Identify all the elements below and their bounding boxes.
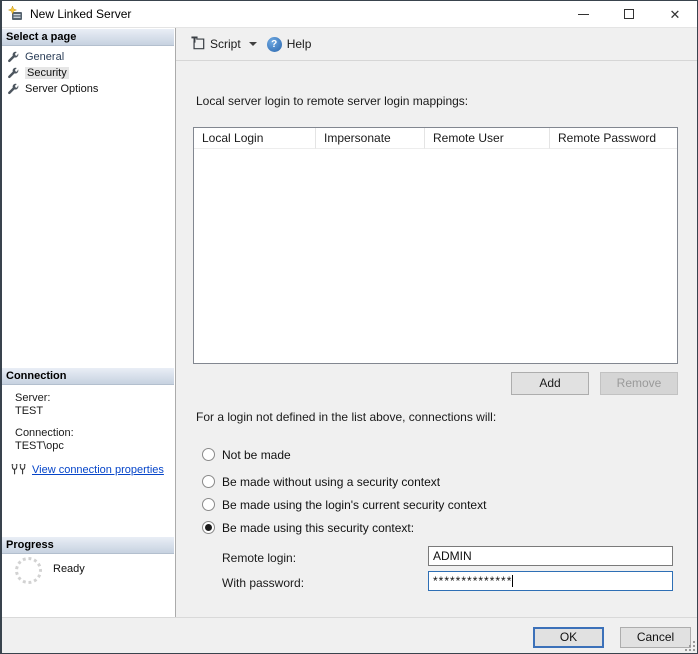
table-header-row: Local Login Impersonate Remote User Remo… (194, 128, 677, 149)
sidebar-item-label: Server Options (25, 83, 99, 95)
maximize-button[interactable] (606, 0, 652, 28)
progress-spinner-icon (15, 557, 42, 584)
radio-current-security-context[interactable]: Be made using the login's current securi… (202, 497, 486, 512)
connection-label: Connection: (15, 427, 74, 439)
view-connection-properties-row: View connection properties (11, 462, 164, 478)
login-mappings-table: Local Login Impersonate Remote User Remo… (193, 127, 678, 364)
connection-properties-icon (11, 462, 27, 478)
footer-bar: OK Cancel (0, 617, 698, 654)
radio-without-security-context[interactable]: Be made without using a security context (202, 474, 440, 489)
wrench-icon (7, 83, 19, 95)
maximize-icon (624, 9, 634, 19)
fallback-connections-label: For a login not defined in the list abov… (196, 410, 497, 424)
help-icon: ? (266, 36, 282, 52)
sidebar-item-label: Security (25, 67, 69, 79)
remote-login-label: Remote login: (222, 551, 297, 565)
password-masked-value: ************** (433, 574, 513, 588)
sidebar-item-server-options[interactable]: Server Options (7, 81, 98, 97)
server-label: Server: (15, 392, 51, 404)
ok-button[interactable]: OK (533, 627, 604, 648)
close-icon: ✕ (669, 6, 681, 22)
radio-icon[interactable] (202, 448, 215, 461)
security-page-content: Local server login to remote server logi… (176, 61, 698, 617)
add-button[interactable]: Add (511, 372, 589, 395)
column-header-impersonate[interactable]: Impersonate (316, 128, 425, 149)
cancel-button[interactable]: Cancel (620, 627, 691, 648)
radio-icon[interactable] (202, 475, 215, 488)
chevron-down-icon (248, 42, 257, 46)
with-password-label: With password: (222, 576, 305, 590)
sidebar-item-security[interactable]: Security (7, 65, 69, 81)
script-label: Script (210, 37, 241, 51)
connection-section-header: Connection (2, 368, 174, 385)
text-cursor (512, 575, 514, 587)
script-icon (191, 35, 205, 53)
column-header-remote-user[interactable]: Remote User (425, 128, 550, 149)
progress-status: Ready (53, 563, 85, 575)
wrench-icon (7, 51, 19, 63)
wrench-icon (7, 67, 19, 79)
title-bar[interactable]: New Linked Server ✕ (0, 0, 698, 28)
with-password-input[interactable]: ************** (428, 571, 673, 591)
toolbar: Script ? Help (176, 28, 698, 61)
help-button[interactable]: ? Help (262, 34, 317, 55)
remote-login-input[interactable]: ADMIN (428, 546, 673, 566)
view-connection-properties-link[interactable]: View connection properties (32, 464, 164, 476)
login-mappings-table-body[interactable] (194, 149, 677, 363)
new-linked-server-dialog: New Linked Server ✕ Select a page Genera… (0, 0, 698, 654)
radio-icon[interactable] (202, 498, 215, 511)
progress-section-header: Progress (2, 537, 174, 554)
new-linked-server-icon (7, 5, 24, 22)
column-header-local-login[interactable]: Local Login (194, 128, 316, 149)
remote-login-value: ADMIN (433, 549, 472, 563)
radio-this-security-context[interactable]: Be made using this security context: (202, 520, 414, 535)
sidebar-item-general[interactable]: General (7, 49, 64, 65)
resize-grip[interactable] (685, 641, 695, 651)
mappings-label: Local server login to remote server logi… (196, 94, 469, 108)
help-label: Help (286, 37, 312, 51)
window-title: New Linked Server (30, 7, 132, 21)
sidebar-item-label: General (25, 51, 65, 63)
radio-selected-icon[interactable] (202, 521, 215, 534)
script-button[interactable]: Script (186, 33, 262, 56)
remove-button: Remove (600, 372, 678, 395)
minimize-button[interactable] (560, 0, 606, 28)
connection-value: TEST\opc (15, 440, 64, 452)
server-value: TEST (15, 405, 44, 417)
column-header-remote-password[interactable]: Remote Password (550, 128, 677, 149)
sidebar: Select a page General Security Server Op… (1, 28, 176, 617)
select-a-page-header: Select a page (2, 29, 174, 46)
radio-not-be-made[interactable]: Not be made (202, 447, 291, 462)
minimize-icon (577, 13, 589, 15)
close-button[interactable]: ✕ (652, 0, 698, 28)
